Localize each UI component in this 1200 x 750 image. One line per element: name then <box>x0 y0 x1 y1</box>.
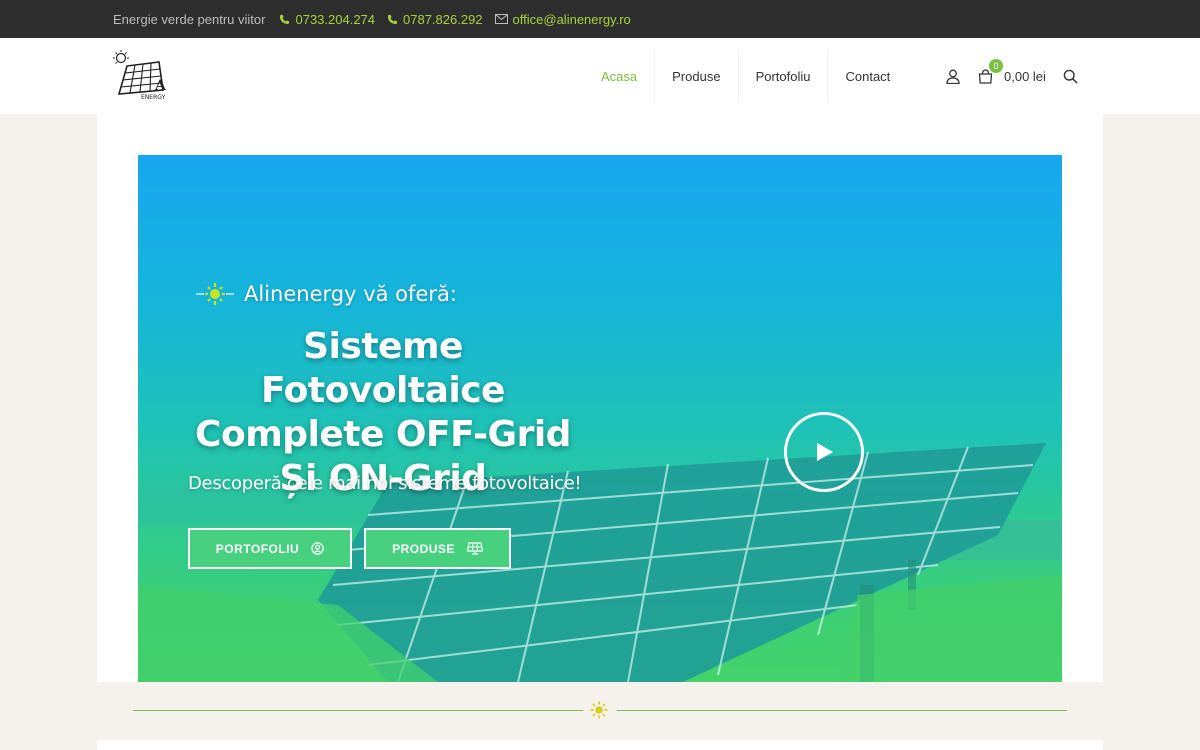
svg-text:ENERGY: ENERGY <box>141 94 166 101</box>
top-bar: Energie verde pentru viitor 0733.204.274… <box>0 0 1200 38</box>
hero-eyebrow: Alinenergy vă oferă: <box>196 281 457 307</box>
produse-button-label: PRODUSE <box>392 541 455 556</box>
hero-subtitle: Descoperă cele mai noi sisteme fotovolta… <box>188 473 582 494</box>
phone-icon <box>387 14 398 24</box>
solar-panel-icon <box>466 542 483 555</box>
nav-item-produse[interactable]: Produse <box>654 50 737 102</box>
hero-headline-line-1: Sisteme Fotovoltaice <box>261 326 505 411</box>
main-nav: Acasa Produse Portofoliu Contact <box>584 50 907 102</box>
phone-icon <box>280 14 290 24</box>
cart-total[interactable]: 0,00 lei <box>1004 69 1046 84</box>
search-icon <box>1064 69 1078 84</box>
search-button[interactable] <box>1062 67 1080 85</box>
cart-button[interactable]: 0 <box>976 59 1003 85</box>
phone-number-2: 0787.826.292 <box>403 11 483 27</box>
envelope-icon <box>494 14 508 24</box>
next-section-panel <box>97 740 1103 750</box>
phone-link-1[interactable]: 0733.204.274 <box>279 12 375 27</box>
tagline: Energie verde pentru viitor <box>113 11 266 27</box>
phone-number-1: 0733.204.274 <box>295 11 376 27</box>
logo-solar-panel-icon: ENERGY A <box>113 50 167 101</box>
nav-item-portofoliu[interactable]: Portofoliu <box>737 50 828 102</box>
svg-text:A: A <box>154 78 167 94</box>
portofoliu-button-label: PORTOFOLIU <box>215 541 300 556</box>
hero-slider: Alinenergy vă oferă: Sisteme Fotovoltaic… <box>138 155 1062 682</box>
play-video-button[interactable] <box>784 412 864 492</box>
hero-eyebrow-text: Alinenergy vă oferă: <box>244 282 457 306</box>
produse-button[interactable]: PRODUSE <box>364 528 511 569</box>
section-divider <box>133 700 1067 720</box>
phone-link-2[interactable]: 0787.826.292 <box>387 12 483 27</box>
divider-line-left <box>133 710 583 711</box>
sun-icon <box>590 701 608 719</box>
user-circle-icon <box>311 542 324 555</box>
divider-line-right <box>617 710 1067 711</box>
header-tools: 0 0,00 lei <box>944 59 1080 90</box>
user-icon <box>946 69 960 84</box>
site-header: ENERGY A Acasa Produse Portofoliu Contac… <box>0 38 1200 114</box>
account-button[interactable] <box>944 67 962 85</box>
nav-item-contact[interactable]: Contact <box>827 50 907 102</box>
email-link[interactable]: office@alinenergy.ro <box>494 11 631 27</box>
portofoliu-button[interactable]: PORTOFOLIU <box>188 528 352 569</box>
site-logo[interactable]: ENERGY A <box>113 50 175 102</box>
play-icon <box>817 443 833 461</box>
email-address: office@alinenergy.ro <box>512 11 631 27</box>
nav-item-acasa[interactable]: Acasa <box>584 50 654 102</box>
cart-count-badge: 0 <box>989 59 1003 73</box>
sun-icon <box>196 283 234 305</box>
hero-headline-line-2: Complete OFF-Grid <box>195 414 571 455</box>
